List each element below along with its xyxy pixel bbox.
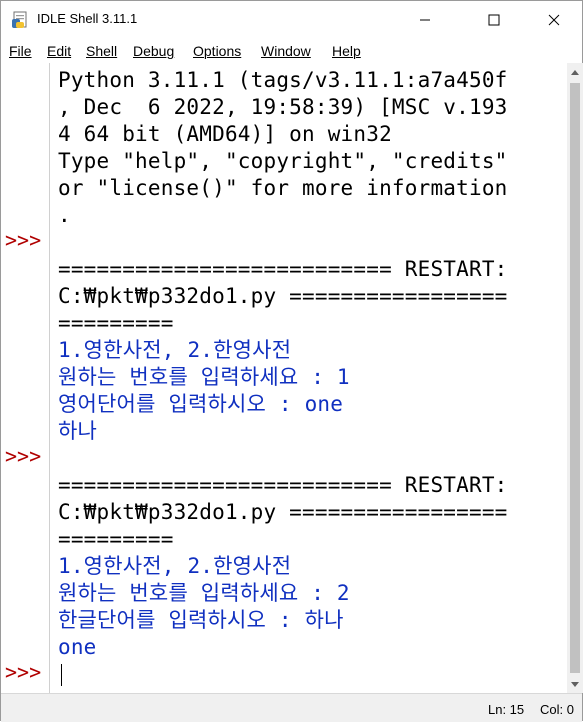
- prompt-gutter: >>> >>> >>>: [1, 63, 50, 693]
- shell-output-line: =========: [58, 311, 174, 335]
- shell-prompt: >>>: [5, 444, 42, 468]
- maximize-icon: [488, 14, 500, 26]
- menu-file[interactable]: File: [9, 43, 32, 59]
- shell-output-line: , Dec 6 2022, 19:58:39) [MSC v.193: [58, 95, 508, 119]
- title-bar[interactable]: IDLE Shell 3.11.1: [1, 1, 582, 39]
- menu-shell[interactable]: Shell: [86, 43, 117, 59]
- scroll-down-arrow-icon: [571, 681, 579, 687]
- menu-debug[interactable]: Debug: [133, 43, 174, 59]
- shell-output-line: ========================== RESTART:: [58, 473, 508, 497]
- close-icon: [548, 14, 560, 26]
- shell-output-line: .: [58, 203, 71, 227]
- shell-output-line: C:₩pkt₩p332do1.py =================: [58, 500, 508, 524]
- scroll-up-arrow-icon: [571, 69, 579, 75]
- shell-output-line: one: [58, 635, 97, 659]
- shell-output-line: ========================== RESTART:: [58, 257, 508, 281]
- scrollbar-thumb[interactable]: [570, 83, 580, 673]
- minimize-icon: [420, 19, 430, 21]
- shell-output-line: 원하는 번호를 입력하세요 : 1: [58, 365, 350, 389]
- shell-prompt: >>>: [5, 228, 42, 252]
- menu-options[interactable]: Options: [193, 43, 241, 59]
- scroll-up-button[interactable]: [567, 63, 583, 80]
- menu-bar: File Edit Shell Debug Options Window Hel…: [1, 39, 582, 63]
- status-column-number: Col: 0: [540, 702, 574, 717]
- shell-output-line: C:₩pkt₩p332do1.py =================: [58, 284, 508, 308]
- status-line-number: Ln: 15: [488, 702, 525, 717]
- menu-edit[interactable]: Edit: [47, 43, 71, 59]
- idle-shell-window: IDLE Shell 3.11.1 File Edit Shell Debug …: [0, 0, 583, 722]
- text-cursor: [61, 664, 62, 686]
- menu-window[interactable]: Window: [261, 43, 311, 59]
- menu-help[interactable]: Help: [332, 43, 361, 59]
- status-bar: Ln: 15 Col: 0: [1, 693, 582, 722]
- shell-output-line: 4 64 bit (AMD64)] on win32: [58, 122, 392, 146]
- idle-shell-icon: [12, 11, 27, 28]
- shell-output-line: 하나: [58, 419, 98, 443]
- shell-output-line: 한글단어를 입력하시오 : 하나: [58, 608, 344, 632]
- maximize-button[interactable]: [471, 1, 517, 39]
- shell-output-line: 1.영한사전, 2.한영사전: [58, 338, 292, 362]
- shell-output-line: or "license()" for more information: [58, 176, 508, 200]
- shell-output-line: 영어단어를 입력하시오 : one: [58, 392, 344, 416]
- shell-text-area[interactable]: Python 3.11.1 (tags/v3.11.1:a7a450f , Dec…: [51, 63, 565, 693]
- shell-prompt: >>>: [5, 660, 42, 684]
- shell-output-line: Python 3.11.1 (tags/v3.11.1:a7a450f: [58, 68, 508, 92]
- shell-output-line: 1.영한사전, 2.한영사전: [58, 554, 292, 578]
- window-title: IDLE Shell 3.11.1: [37, 11, 138, 26]
- close-button[interactable]: [531, 1, 577, 39]
- shell-output-line: =========: [58, 527, 174, 551]
- shell-output-line: Type "help", "copyright", "credits": [58, 149, 508, 173]
- scroll-down-button[interactable]: [567, 676, 583, 693]
- minimize-button[interactable]: [402, 1, 448, 39]
- shell-output-line: 원하는 번호를 입력하세요 : 2: [58, 581, 350, 605]
- vertical-scrollbar[interactable]: [567, 63, 583, 693]
